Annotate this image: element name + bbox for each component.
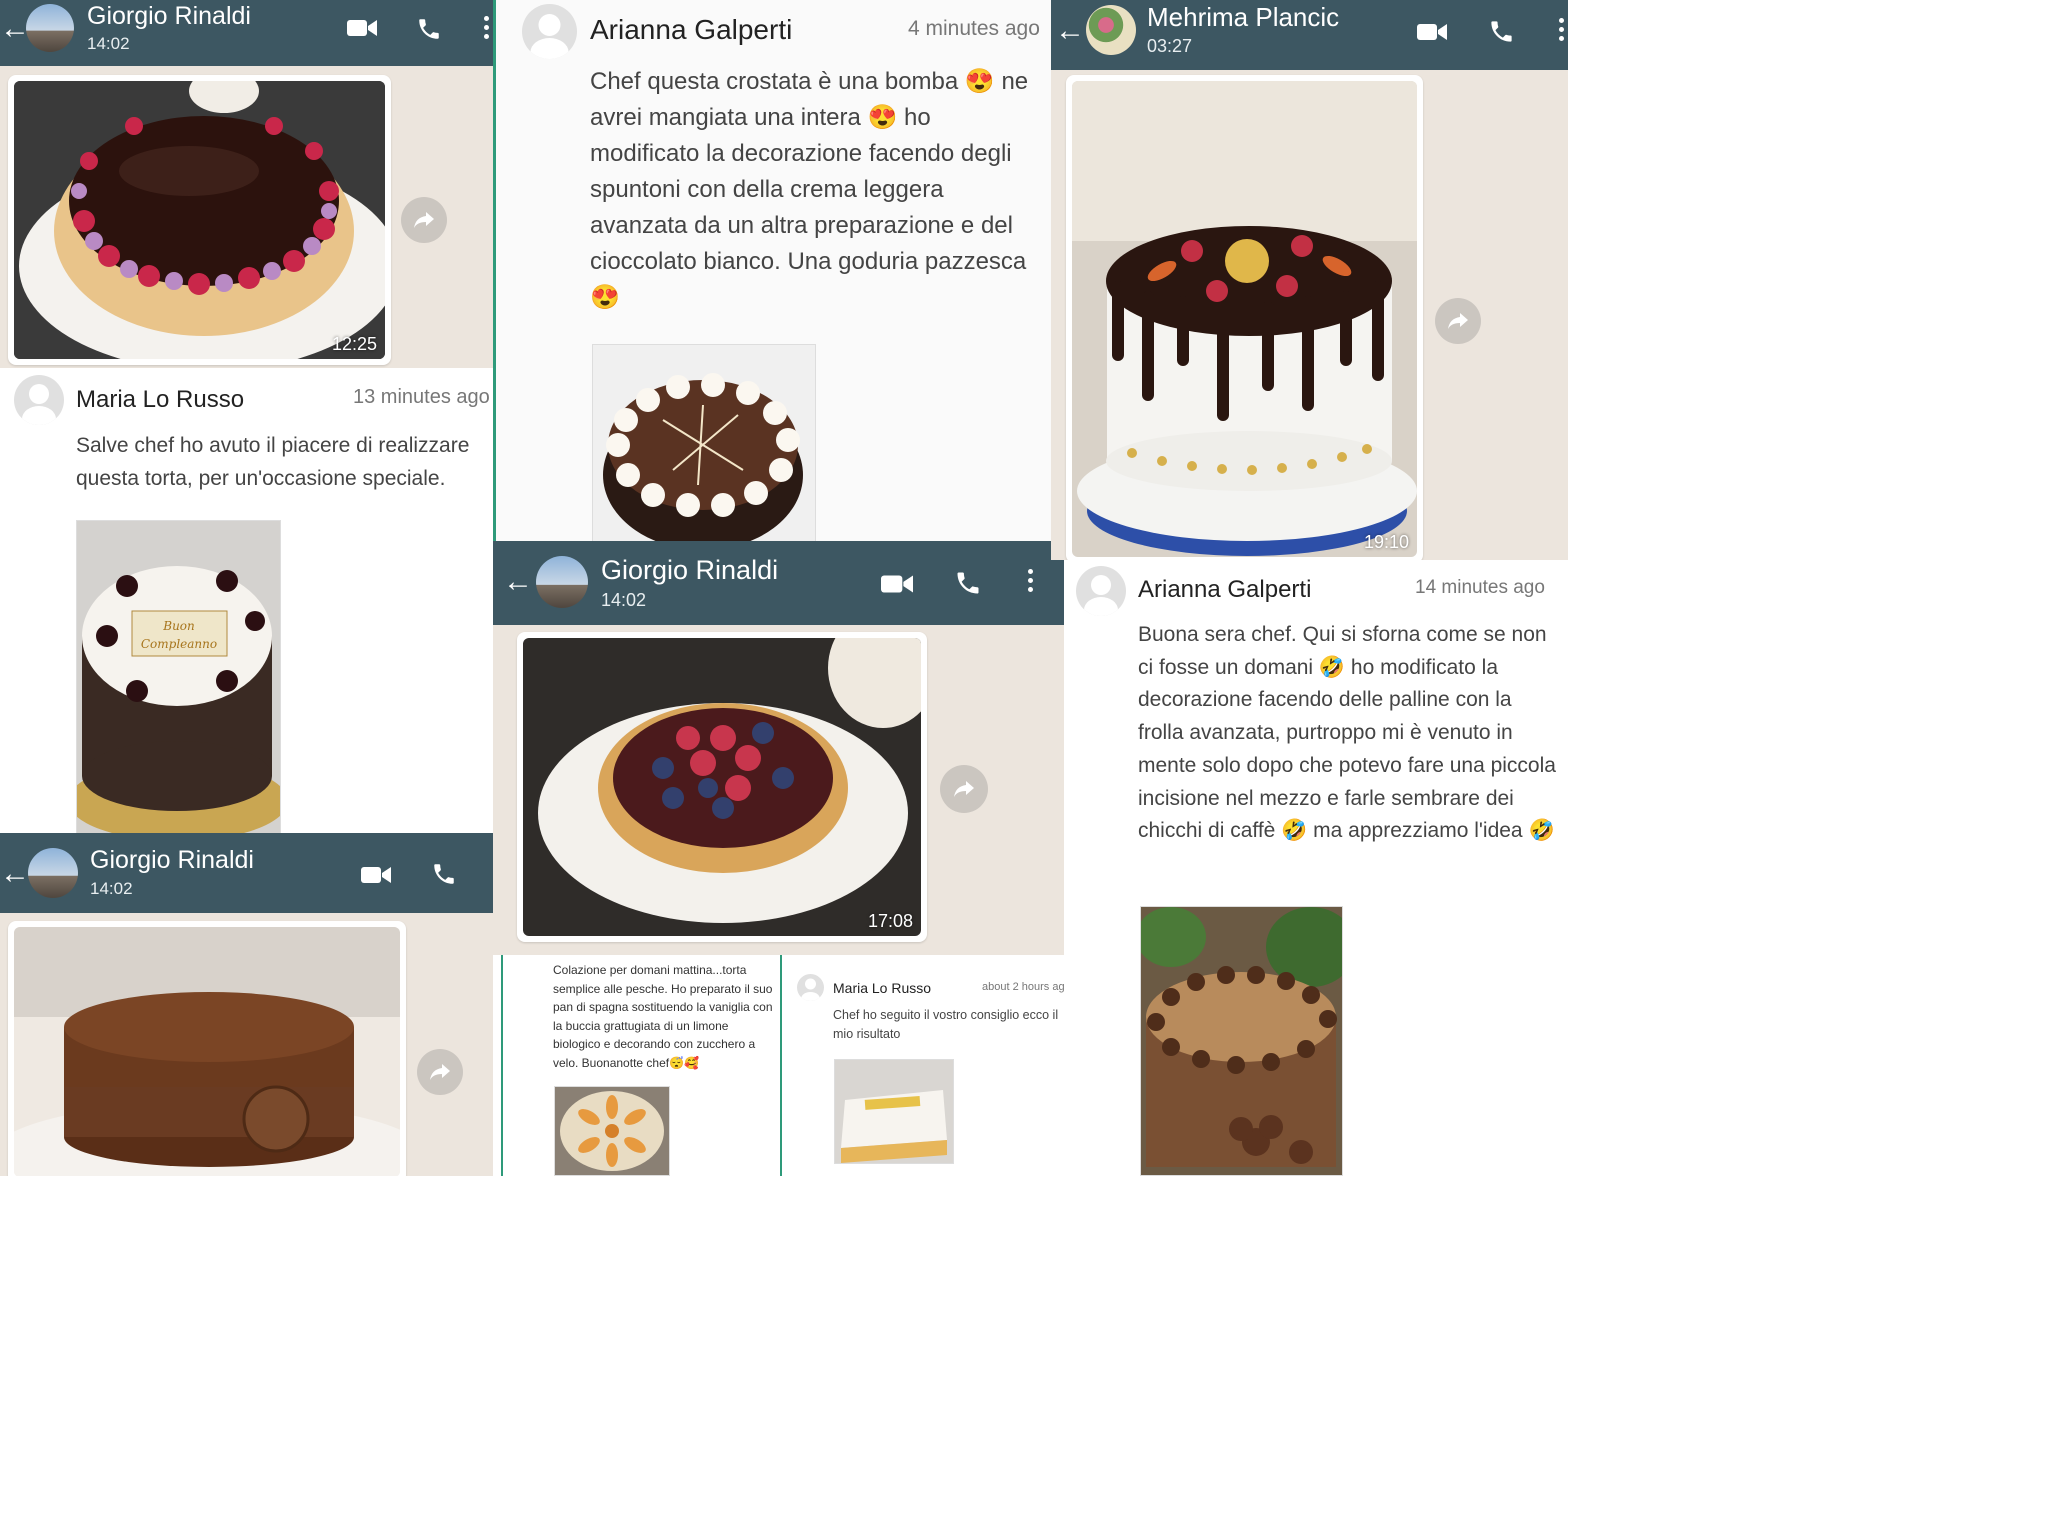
comment-author[interactable]: Maria Lo Russo bbox=[76, 386, 244, 414]
photo-message[interactable]: 17:08 bbox=[517, 632, 927, 942]
post-text: Colazione per domani mattina...torta sem… bbox=[553, 963, 773, 1070]
comment-card-maria-2: Maria Lo Russo about 2 hours ago Chef ho… bbox=[780, 955, 1094, 1176]
contact-name[interactable]: Mehrima Plancic bbox=[1147, 2, 1339, 33]
user-avatar-icon[interactable] bbox=[797, 974, 824, 1001]
message-timestamp: 12:25 bbox=[331, 334, 377, 354]
contact-avatar[interactable] bbox=[1086, 5, 1136, 55]
chat-header: ← Mehrima Plancic 03:27 bbox=[1051, 0, 1568, 70]
back-arrow-icon[interactable]: ← bbox=[0, 857, 30, 891]
comment-time-ago: 4 minutes ago bbox=[908, 17, 1040, 40]
chat-header: ← Giorgio Rinaldi 14:02 bbox=[0, 833, 493, 913]
video-camera-icon[interactable] bbox=[361, 865, 391, 885]
comment-card-maria-1: Maria Lo Russo 13 minutes ago Salve chef… bbox=[0, 368, 493, 833]
kebab-menu-icon[interactable] bbox=[1028, 569, 1033, 592]
video-camera-icon[interactable] bbox=[347, 18, 377, 38]
chat-panel-giorgio-3: ← Giorgio Rinaldi 14:02 17:08 bbox=[493, 541, 1064, 955]
comment-time-ago: 14 minutes ago bbox=[1415, 577, 1545, 598]
forward-button[interactable] bbox=[401, 197, 447, 243]
back-arrow-icon[interactable]: ← bbox=[1055, 14, 1085, 48]
forward-button[interactable] bbox=[940, 765, 988, 813]
forward-arrow-icon bbox=[430, 1064, 450, 1080]
contact-name[interactable]: Giorgio Rinaldi bbox=[90, 846, 254, 875]
contact-time: 14:02 bbox=[87, 34, 130, 53]
comment-photo[interactable]: Buon Compleanno bbox=[76, 520, 281, 833]
comment-text: Salve chef ho avuto il piacere di realiz… bbox=[76, 434, 470, 490]
contact-avatar[interactable] bbox=[28, 848, 78, 898]
chat-header: ← Giorgio Rinaldi 14:02 bbox=[493, 541, 1064, 625]
user-avatar-icon[interactable] bbox=[1076, 566, 1126, 616]
user-avatar-icon[interactable] bbox=[522, 4, 577, 59]
forward-arrow-icon bbox=[414, 212, 434, 228]
cake-plaque-text: Buon bbox=[162, 619, 195, 633]
forward-button[interactable] bbox=[1435, 298, 1481, 344]
post-photo[interactable] bbox=[554, 1086, 670, 1176]
comment-photo[interactable] bbox=[834, 1059, 954, 1164]
comment-text: Buona sera chef. Qui si sforna come se n… bbox=[1138, 623, 1556, 843]
kebab-menu-icon[interactable] bbox=[1559, 18, 1564, 41]
photo-message[interactable]: 19:10 bbox=[1066, 75, 1423, 560]
message-timestamp: 19:10 bbox=[1363, 532, 1409, 552]
user-avatar-icon[interactable] bbox=[14, 375, 64, 425]
comment-text: Chef questa crostata è una bomba 😍 ne av… bbox=[590, 68, 1029, 311]
photo-message[interactable]: 12:25 bbox=[8, 75, 391, 365]
comment-photo[interactable] bbox=[1140, 906, 1343, 1176]
post-card-peach-cake: Colazione per domani mattina...torta sem… bbox=[501, 955, 780, 1176]
phone-icon[interactable] bbox=[431, 861, 457, 887]
contact-avatar[interactable] bbox=[536, 556, 588, 608]
forward-arrow-icon bbox=[1448, 313, 1468, 329]
chat-panel-giorgio-2: ← Giorgio Rinaldi 14:02 bbox=[0, 833, 493, 1176]
contact-avatar[interactable] bbox=[26, 4, 74, 52]
contact-time: 14:02 bbox=[90, 879, 133, 898]
phone-icon[interactable] bbox=[416, 16, 442, 42]
contact-time: 03:27 bbox=[1147, 36, 1193, 56]
comment-author[interactable]: Maria Lo Russo bbox=[833, 980, 931, 996]
comment-time-ago: about 2 hours ago bbox=[982, 981, 1071, 993]
forward-arrow-icon bbox=[954, 781, 974, 797]
cake-photo[interactable] bbox=[1072, 81, 1417, 557]
comment-author[interactable]: Arianna Galperti bbox=[590, 14, 792, 46]
svg-text:Compleanno: Compleanno bbox=[141, 637, 217, 651]
message-timestamp: 17:08 bbox=[867, 911, 913, 931]
photo-message[interactable] bbox=[8, 921, 406, 1176]
back-arrow-icon[interactable]: ← bbox=[503, 565, 533, 599]
video-camera-icon[interactable] bbox=[1417, 22, 1447, 42]
chat-header: ← Giorgio Rinaldi 14:02 bbox=[0, 0, 493, 66]
chat-panel-mehrima: ← Mehrima Plancic 03:27 19:10 bbox=[1051, 0, 1568, 560]
cake-photo[interactable] bbox=[523, 638, 921, 936]
chat-panel-giorgio-1: ← Giorgio Rinaldi 14:02 12:25 bbox=[0, 0, 493, 368]
comment-card-arianna-1: Arianna Galperti 4 minutes ago Chef ques… bbox=[496, 0, 1051, 545]
phone-icon[interactable] bbox=[1488, 18, 1515, 45]
cake-photo[interactable] bbox=[14, 81, 385, 359]
contact-time: 14:02 bbox=[601, 590, 647, 610]
comment-author[interactable]: Arianna Galperti bbox=[1138, 576, 1311, 604]
contact-name[interactable]: Giorgio Rinaldi bbox=[87, 2, 251, 31]
phone-icon[interactable] bbox=[954, 569, 982, 597]
video-camera-icon[interactable] bbox=[881, 573, 913, 595]
forward-button[interactable] bbox=[417, 1049, 463, 1095]
comment-time-ago: 13 minutes ago bbox=[353, 386, 490, 408]
comment-card-arianna-2: Arianna Galperti 14 minutes ago Buona se… bbox=[1064, 560, 1568, 1176]
contact-name[interactable]: Giorgio Rinaldi bbox=[601, 555, 778, 586]
kebab-menu-icon[interactable] bbox=[484, 16, 489, 39]
cake-photo[interactable] bbox=[14, 927, 400, 1176]
comment-text: Chef ho seguito il vostro consiglio ecco… bbox=[833, 1008, 1059, 1041]
comment-photo[interactable] bbox=[592, 344, 816, 545]
